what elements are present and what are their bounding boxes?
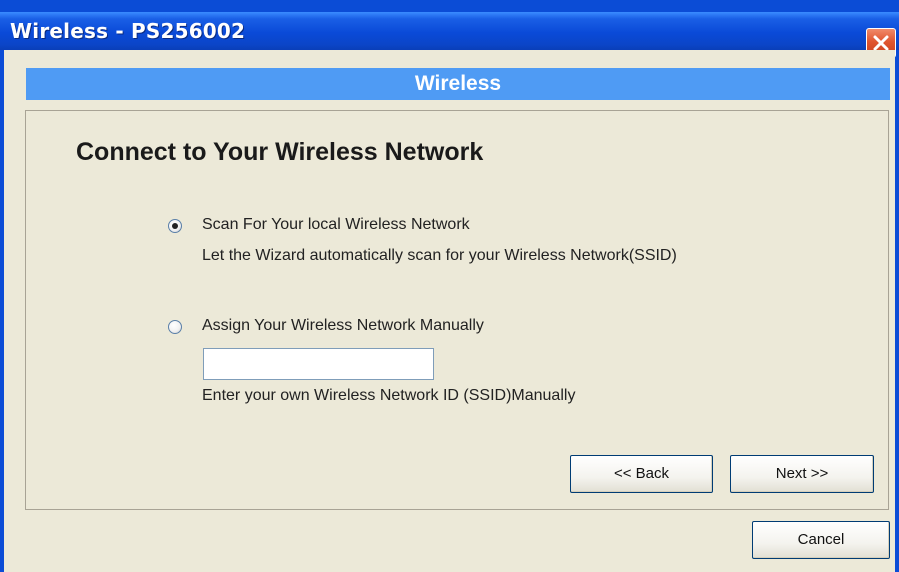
content-panel xyxy=(25,110,889,510)
radio-selected-dot xyxy=(172,223,178,229)
page-heading: Connect to Your Wireless Network xyxy=(76,138,484,166)
section-banner: Wireless xyxy=(26,68,890,100)
manual-network-label[interactable]: Assign Your Wireless Network Manually xyxy=(202,317,484,335)
manual-network-radio[interactable] xyxy=(168,320,182,334)
scan-network-radio[interactable] xyxy=(168,219,182,233)
ssid-input[interactable] xyxy=(203,348,434,380)
banner-title: Wireless xyxy=(414,72,502,95)
cancel-button[interactable]: Cancel xyxy=(752,521,890,559)
wizard-window: Wireless - PS256002 Wireless Connect to … xyxy=(0,0,899,572)
window-title: Wireless - PS256002 xyxy=(10,19,246,43)
back-button[interactable]: << Back xyxy=(570,455,713,493)
manual-network-description: Enter your own Wireless Network ID (SSID… xyxy=(202,387,576,404)
scan-network-label[interactable]: Scan For Your local Wireless Network xyxy=(202,216,470,234)
next-button[interactable]: Next >> xyxy=(730,455,874,493)
scan-network-description: Let the Wizard automatically scan for yo… xyxy=(202,247,677,264)
title-bar[interactable]: Wireless - PS256002 xyxy=(0,12,899,58)
